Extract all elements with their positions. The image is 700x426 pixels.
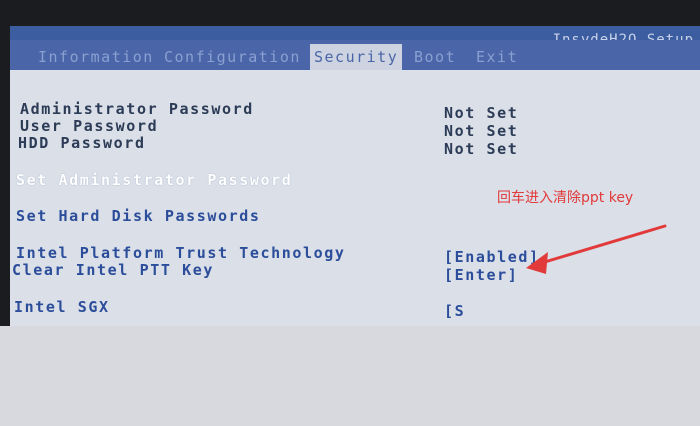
bios-screen: InsydeH2O Setup Information Configuratio… [10,26,700,326]
hdd-password-value: Not Set [444,140,519,158]
blank-area [0,326,700,426]
tab-security[interactable]: Security [310,44,403,70]
ptt-label[interactable]: Intel Platform Trust Technology [16,244,346,262]
clear-ptt-key-value[interactable]: [Enter] [444,266,518,284]
sgx-value[interactable]: [S [444,302,465,320]
annotation-text: 回车进入清除ppt key [497,190,634,206]
set-hdd-passwords-item[interactable]: Set Hard Disk Passwords [16,207,261,225]
menu-bar: Information Configuration Security Boot … [10,40,700,70]
tab-boot[interactable]: Boot [410,46,460,68]
clear-ptt-key-label[interactable]: Clear Intel PTT Key [12,261,214,279]
tab-exit[interactable]: Exit [472,46,522,68]
admin-password-value: Not Set [444,104,519,122]
ptt-value[interactable]: [Enabled] [444,248,540,266]
tab-information[interactable]: Information [34,46,158,68]
admin-password-label: Administrator Password [20,100,254,118]
user-password-value: Not Set [444,122,519,140]
hdd-password-label: HDD Password [18,134,146,152]
tab-configuration[interactable]: Configuration [160,46,305,68]
sgx-label[interactable]: Intel SGX [14,298,110,316]
set-admin-password-item[interactable]: Set Administrator Password [16,171,292,189]
user-password-label: User Password [20,117,159,135]
